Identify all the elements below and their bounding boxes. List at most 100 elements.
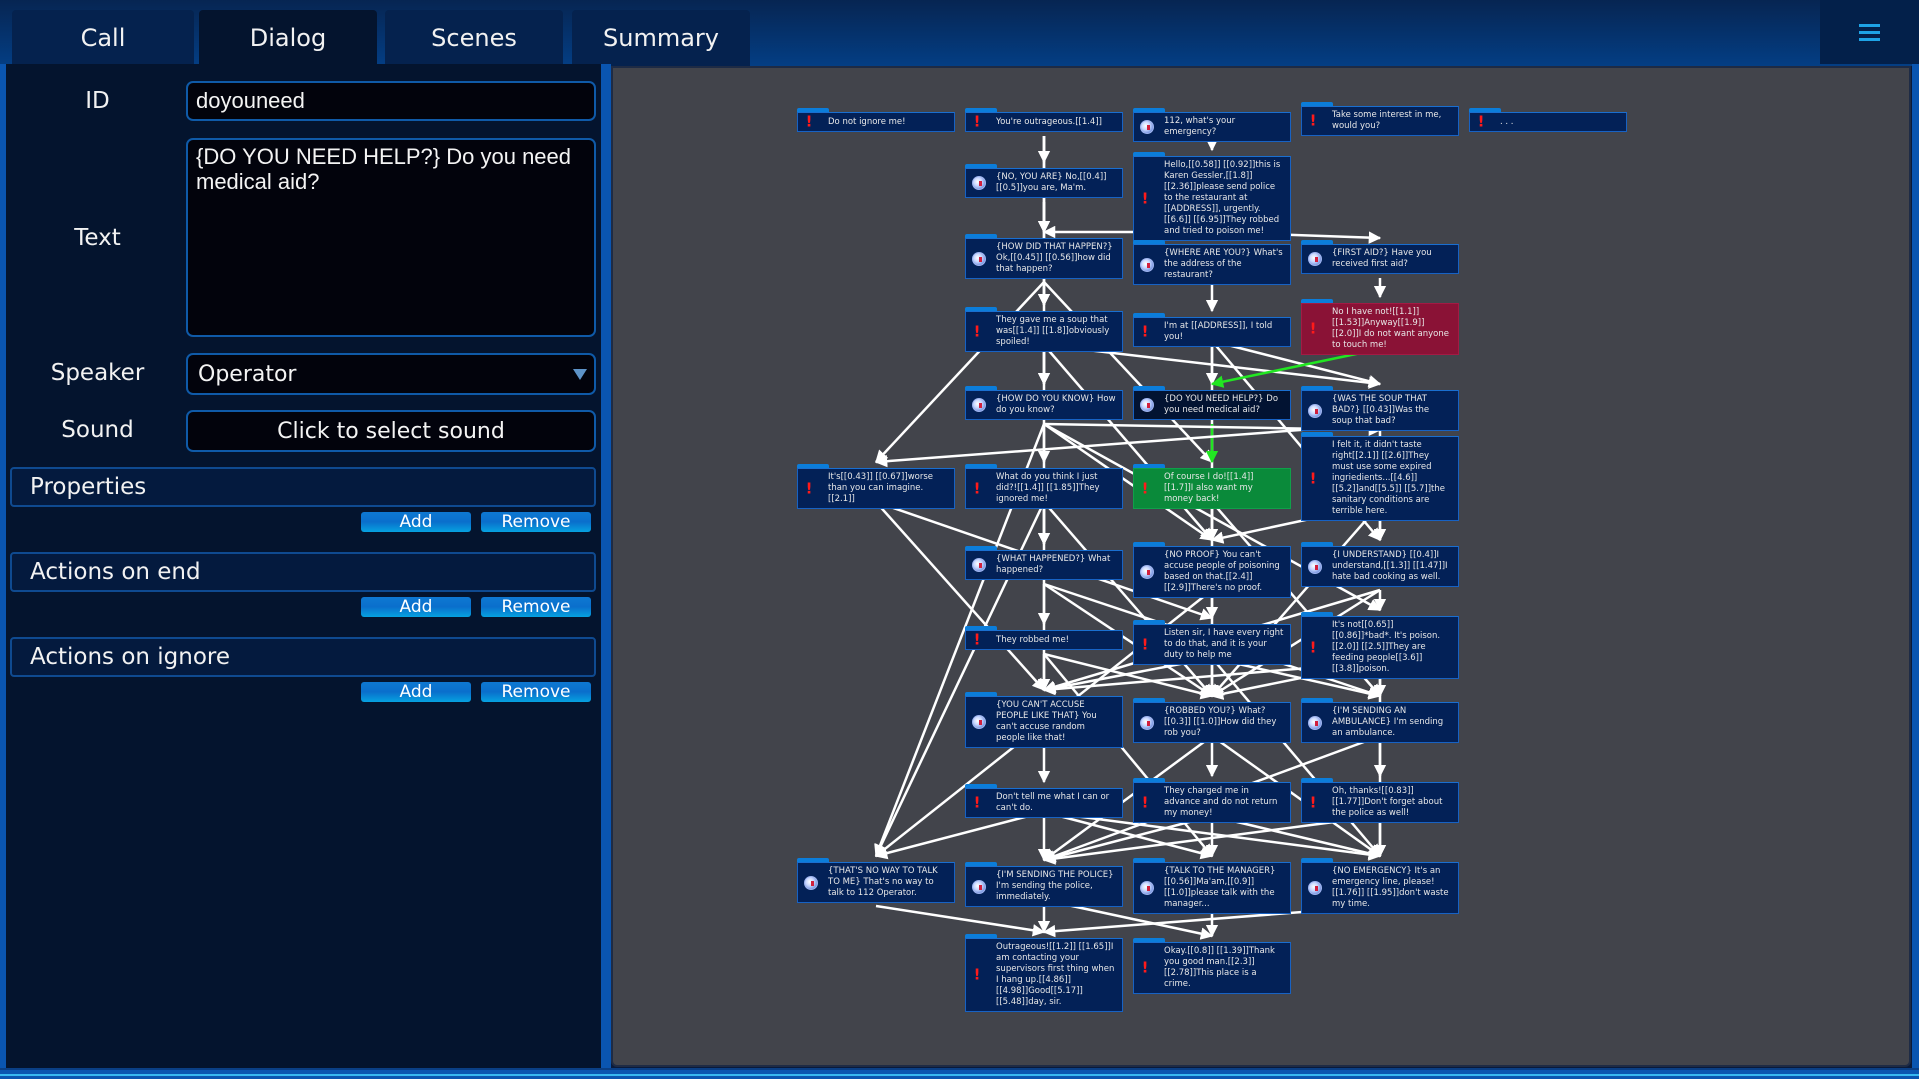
dialog-node[interactable]: ! Oh, thanks![[0.83]] [[1.77]]Don't forge… [1301, 778, 1459, 823]
dialog-node-text: I'm at [[ADDRESS]], I told you! [1164, 321, 1273, 342]
caller-alert-icon: ! [1309, 638, 1317, 656]
tab-scenes[interactable]: Scenes [385, 10, 563, 66]
operator-icon [1140, 398, 1154, 412]
dialog-node-text: They charged me in advance and do not re… [1164, 786, 1278, 818]
dialog-node-text: 112, what's your emergency? [1164, 116, 1236, 137]
dialog-node-text: Don't tell me what I can or can't do. [996, 792, 1110, 813]
dialog-node[interactable]: {WHERE ARE YOU?} What's the address of t… [1133, 240, 1291, 285]
dialog-node-text: {FIRST AID?} Have you received first aid… [1332, 248, 1432, 269]
dialog-node[interactable]: ! . . . [1469, 108, 1627, 132]
dialog-node-text: Hello,[[0.58]] [[0.92]]this is Karen Ges… [1164, 160, 1281, 236]
hamburger-menu-icon [1859, 22, 1880, 43]
dialog-node[interactable]: {FIRST AID?} Have you received first aid… [1301, 240, 1459, 274]
dialog-node[interactable]: {TALK TO THE MANAGER} [[0.56]]Ma'am,[[0.… [1133, 858, 1291, 914]
tab-summary[interactable]: Summary [572, 10, 750, 66]
dialog-node[interactable]: ! You're outrageous.[[1.4]] [965, 108, 1123, 132]
dialog-node[interactable]: ! They robbed me! [965, 626, 1123, 650]
dialog-node[interactable]: {ROBBED YOU?} What?[[0.3]] [[1.0]]How di… [1133, 698, 1291, 743]
dialog-node[interactable]: 112, what's your emergency? [1133, 108, 1291, 142]
text-label: Text [74, 225, 121, 251]
dialog-node-text: Do not ignore me! [828, 116, 906, 127]
dialog-node[interactable]: {WHAT HAPPENED?} What happened? [965, 546, 1123, 580]
operator-icon [1308, 252, 1322, 266]
menu-button[interactable] [1820, 0, 1919, 64]
dialog-node[interactable]: ! It's[[0.43]] [[0.67]]worse than you can… [797, 464, 955, 509]
dialog-node[interactable]: ! They charged me in advance and do not r… [1133, 778, 1291, 823]
dialog-node[interactable]: {HOW DO YOU KNOW} How do you know? [965, 386, 1123, 420]
dialog-node[interactable]: ! I'm at [[ADDRESS]], I told you! [1133, 313, 1291, 347]
dialog-node[interactable]: ! Outrageous![[1.2]] [[1.65]]I am contact… [965, 934, 1123, 1012]
graph-edge [874, 810, 1045, 860]
dialog-node[interactable]: ! Okay.[[0.8]] [[1.39]]Thank you good man… [1133, 938, 1291, 994]
dialog-node-text: {I UNDERSTAND} [[0.4]]I understand,[[1.3… [1332, 550, 1448, 582]
caller-alert-icon: ! [1141, 189, 1149, 207]
dialog-node-text: {NO PROOF} You can't accuse people of po… [1164, 550, 1280, 593]
actions-on-end-section-header[interactable]: Actions on end [10, 552, 596, 592]
dialog-node-text: {YOU CAN'T ACCUSE PEOPLE LIKE THAT} You … [996, 700, 1097, 743]
properties-remove-button[interactable]: Remove [481, 512, 591, 532]
dialog-node-text: They gave me a soup that was[[1.4]] [[1.… [996, 315, 1110, 347]
dialog-node[interactable]: ! It's not[[0.65]] [[0.86]]*bad*. It's po… [1301, 612, 1459, 679]
dialog-node[interactable]: ! No I have not![[1.1]] [[1.53]]Anyway[[1… [1301, 299, 1459, 355]
dialog-node[interactable]: ! Do not ignore me! [797, 108, 955, 132]
id-input[interactable] [186, 81, 596, 121]
caller-alert-icon: ! [973, 322, 981, 340]
caller-alert-icon: ! [973, 479, 981, 497]
dialog-node-text: {DO YOU NEED HELP?} Do you need medical … [1164, 394, 1279, 415]
operator-icon [972, 398, 986, 412]
dialog-node[interactable]: ! Listen sir, I have every right to do th… [1133, 620, 1291, 665]
dialog-node[interactable]: ! Take some interest in me, would you? [1301, 102, 1459, 136]
dialog-node[interactable]: {I'M SENDING AN AMBULANCE} I'm sending a… [1301, 698, 1459, 743]
properties-section-header[interactable]: Properties [10, 467, 596, 507]
operator-icon [1140, 715, 1154, 730]
dialog-node[interactable]: {YOU CAN'T ACCUSE PEOPLE LIKE THAT} You … [965, 692, 1123, 748]
dialog-graph-canvas[interactable]: ! Do not ignore me!! You're outrageous.[[1… [611, 66, 1911, 1067]
dialog-node[interactable]: {DO YOU NEED HELP?} Do you need medical … [1133, 386, 1291, 420]
operator-icon [972, 251, 986, 266]
speaker-select[interactable]: Operator [186, 353, 596, 395]
dialog-node-text: {I'M SENDING THE POLICE} I'm sending the… [996, 870, 1114, 902]
caller-alert-icon: ! [1141, 635, 1149, 653]
dialog-node[interactable]: ! Don't tell me what I can or can't do. [965, 784, 1123, 818]
operator-icon [1140, 565, 1154, 579]
caller-alert-icon: ! [1141, 793, 1149, 811]
dialog-node[interactable]: ! Hello,[[0.58]] [[0.92]]this is Karen Ge… [1133, 152, 1291, 241]
dialog-node[interactable]: {NO PROOF} You can't accuse people of po… [1133, 542, 1291, 598]
dialog-node[interactable]: {I'M SENDING THE POLICE} I'm sending the… [965, 862, 1123, 907]
operator-icon [1308, 881, 1322, 895]
dialog-node-text: Listen sir, I have every right to do tha… [1164, 628, 1284, 660]
panel-splitter[interactable] [601, 64, 611, 1079]
select-sound-button[interactable]: Click to select sound [186, 410, 596, 452]
dialog-node[interactable]: {WAS THE SOUP THAT BAD?} [[0.43]]Was the… [1301, 386, 1459, 431]
dialog-node-text: {WHERE ARE YOU?} What's the address of t… [1164, 248, 1283, 280]
operator-icon [1308, 559, 1322, 574]
dialog-node[interactable]: {HOW DID THAT HAPPEN?} Ok,[[0.45]] [[0.5… [965, 234, 1123, 279]
dialog-node-text: It's[[0.43]] [[0.67]]worse than you can … [828, 472, 933, 504]
dialog-node[interactable]: ! They gave me a soup that was[[1.4]] [[1… [965, 307, 1123, 352]
tab-dialog[interactable]: Dialog [199, 10, 377, 66]
text-textarea[interactable]: {DO YOU NEED HELP?} Do you need medical … [186, 138, 596, 337]
dialog-node[interactable]: {NO EMERGENCY} It's an emergency line, p… [1301, 858, 1459, 914]
tab-call[interactable]: Call [12, 10, 194, 66]
caller-alert-icon: ! [1309, 469, 1317, 487]
actions-on-ignore-section-header[interactable]: Actions on ignore [10, 637, 596, 677]
graph-edge [875, 904, 1046, 937]
dialog-node[interactable]: ! I felt it, it didn't taste right[[2.1]]… [1301, 432, 1459, 521]
dialog-node[interactable]: ! What do you think I just did?![[1.4]] [… [965, 464, 1123, 509]
caller-alert-icon: ! [1141, 958, 1149, 977]
operator-icon [1308, 403, 1322, 418]
actions-on-ignore-add-button[interactable]: Add [361, 682, 471, 702]
dialog-node[interactable]: ! Of course I do![[1.4]] [[1.7]]I also wa… [1133, 464, 1291, 509]
dialog-node[interactable]: {I UNDERSTAND} [[0.4]]I understand,[[1.3… [1301, 542, 1459, 587]
actions-on-end-add-button[interactable]: Add [361, 597, 471, 617]
dialog-node[interactable]: {THAT'S NO WAY TO TALK TO ME} That's no … [797, 858, 955, 903]
operator-icon [804, 875, 818, 890]
dialog-node[interactable]: {NO, YOU ARE} No,[[0.4]] [[0.5]]you are,… [965, 164, 1123, 198]
actions-on-end-remove-button[interactable]: Remove [481, 597, 591, 617]
dialog-node-text: {NO EMERGENCY} It's an emergency line, p… [1332, 866, 1449, 909]
dialog-node-text: I felt it, it didn't taste right[[2.1]] … [1332, 440, 1445, 516]
speaker-value: Operator [198, 361, 297, 387]
actions-on-ignore-remove-button[interactable]: Remove [481, 682, 591, 702]
right-border [1912, 64, 1919, 1079]
properties-add-button[interactable]: Add [361, 512, 471, 532]
